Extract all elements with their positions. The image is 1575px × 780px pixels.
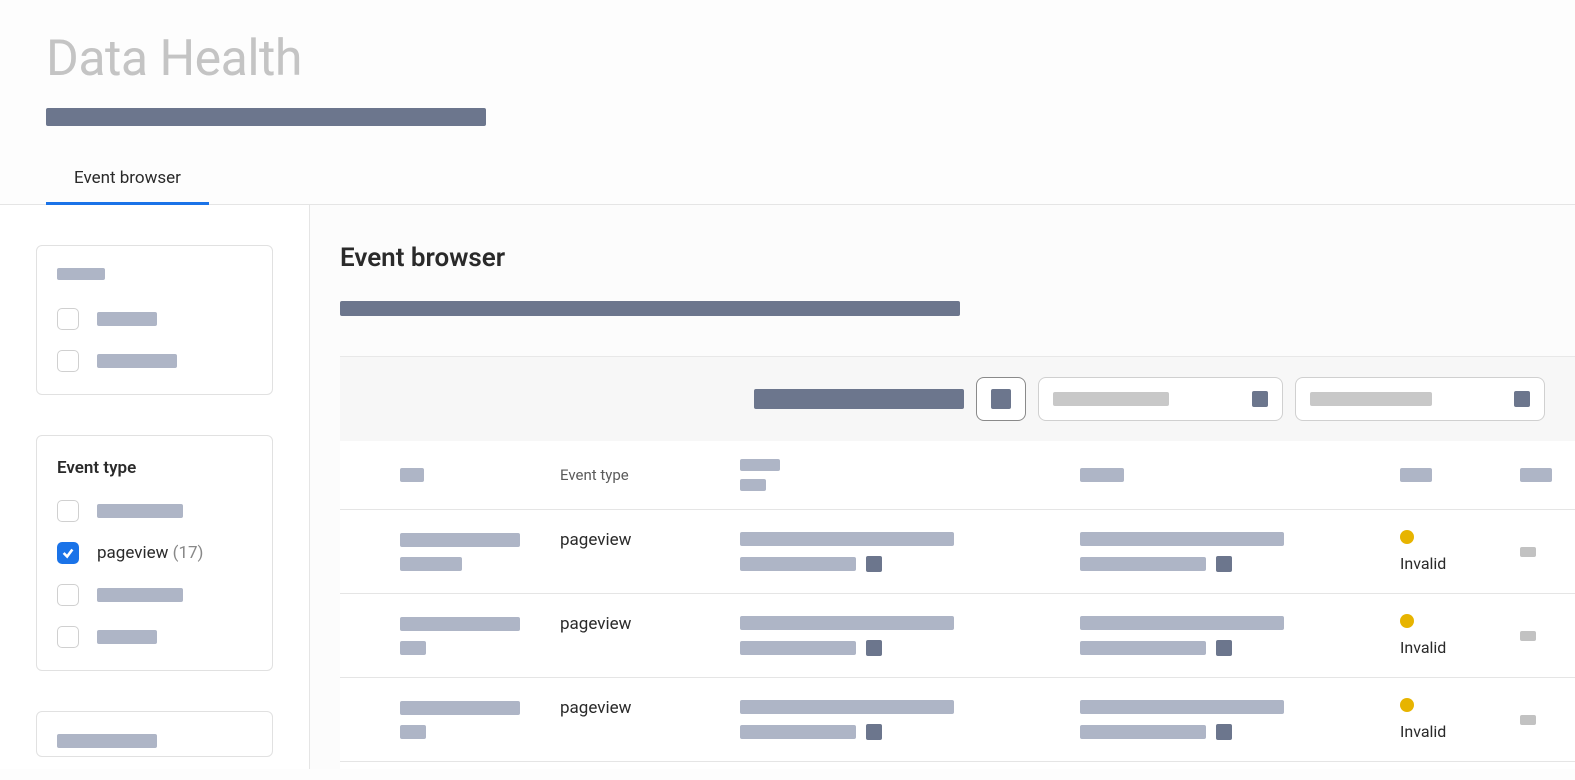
cell-status: Invalid [1400,698,1520,741]
cell-event-type: pageview [560,614,740,634]
copy-icon[interactable] [1216,724,1232,740]
select-value-placeholder [1053,392,1169,406]
filter-row [57,584,252,606]
sidebar: Event type pageview (17) [0,205,310,769]
view-toggle-icon [991,389,1011,409]
filter-row-pageview: pageview (17) [57,542,252,564]
filter-card-title: Event type [57,458,252,478]
checkbox[interactable] [57,626,79,648]
th-placeholder-stack [740,459,1080,491]
table-row[interactable]: pageview [340,762,1575,769]
status-dot-icon [1400,614,1414,628]
status-label: Invalid [1400,722,1446,741]
checkbox[interactable] [57,500,79,522]
filter-label-placeholder [97,588,183,602]
filter-label-placeholder [97,630,157,644]
copy-icon[interactable] [866,724,882,740]
page-title: Data Health [46,30,1575,88]
main: Event browser Event type [310,205,1575,769]
filter-card-3 [36,711,273,757]
filter-count: (17) [173,543,204,563]
filter-card-event-type: Event type pageview (17) [36,435,273,671]
cell-placeholder [740,532,1080,572]
toolbar [340,356,1575,441]
filter-label-placeholder [57,734,157,748]
cell-placeholder [400,617,560,655]
filter-label: pageview (17) [97,543,203,563]
cell-placeholder [1080,616,1400,656]
table-row[interactable]: pageview Invalid [340,594,1575,678]
th-placeholder [400,468,424,482]
filter-row [57,626,252,648]
copy-icon[interactable] [866,556,882,572]
filter-label-placeholder [97,312,157,326]
status-dot-icon [1400,698,1414,712]
select-value-placeholder [1310,392,1432,406]
cell-status: Invalid [1400,530,1520,573]
cell-placeholder [1080,700,1400,740]
filter-row [57,500,252,522]
filter-card-1 [36,245,273,395]
th-placeholder [740,459,780,471]
cell-event-type: pageview [560,530,740,550]
th-placeholder [1080,468,1124,482]
cell-status: Invalid [1400,614,1520,657]
checkbox[interactable] [57,308,79,330]
page-subtitle-placeholder [46,108,486,126]
status-label: Invalid [1400,554,1446,573]
page-header: Data Health [0,0,1575,126]
copy-icon[interactable] [866,640,882,656]
th-placeholder [1400,468,1432,482]
cell-event-type: pageview [560,698,740,718]
th-placeholder [740,479,766,491]
cell-placeholder [740,700,1080,740]
filter-label-placeholder [97,504,183,518]
event-table: Event type pageview [340,441,1575,769]
toolbar-view-toggle[interactable] [976,377,1026,421]
status-dot-icon [1400,530,1414,544]
toolbar-select-1[interactable] [1038,377,1283,421]
tab-label: Event browser [74,168,181,188]
chevron-down-icon [1514,391,1530,407]
row-action-icon[interactable] [1520,631,1536,641]
table-row[interactable]: pageview Invalid [340,510,1575,594]
copy-icon[interactable] [1216,640,1232,656]
tabs: Event browser [0,168,1575,205]
filter-row [57,308,252,330]
checkbox[interactable] [57,350,79,372]
tab-event-browser[interactable]: Event browser [46,168,209,204]
copy-icon[interactable] [1216,556,1232,572]
filter-row [57,350,252,372]
toolbar-select-2[interactable] [1295,377,1545,421]
main-subtitle-placeholder [340,301,960,316]
th-event-type: Event type [560,466,740,484]
main-title: Event browser [340,243,1575,273]
row-action-icon[interactable] [1520,547,1536,557]
cell-placeholder [400,533,560,571]
row-action-icon[interactable] [1520,715,1536,725]
cell-placeholder [740,616,1080,656]
checkbox[interactable] [57,542,79,564]
chevron-down-icon [1252,391,1268,407]
cell-placeholder [400,701,560,739]
toolbar-label-placeholder [754,389,964,409]
table-row[interactable]: pageview Invalid [340,678,1575,762]
filter-title-placeholder [57,268,105,280]
table-header: Event type [340,441,1575,510]
checkbox[interactable] [57,584,79,606]
filter-label-placeholder [97,354,177,368]
cell-placeholder [1080,532,1400,572]
status-label: Invalid [1400,638,1446,657]
th-placeholder [1520,468,1552,482]
